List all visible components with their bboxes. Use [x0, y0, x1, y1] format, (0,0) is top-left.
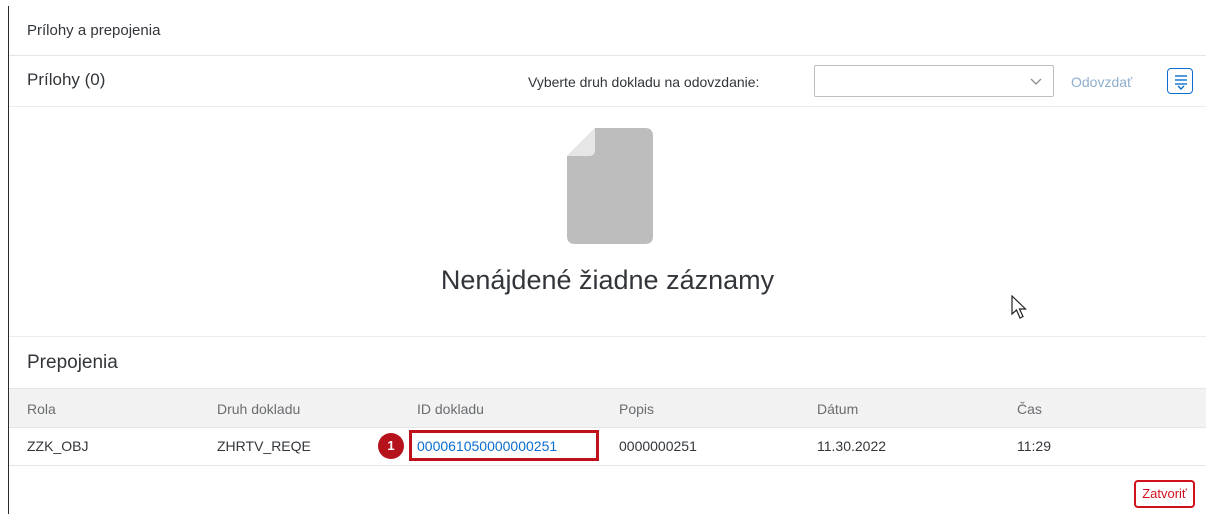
cell-description: 0000000251	[619, 438, 697, 454]
step-marker: 1	[378, 433, 404, 459]
column-header-time[interactable]: Čas	[1017, 401, 1042, 417]
doc-type-select[interactable]	[814, 65, 1054, 97]
upload-button[interactable]: Odovzdať	[1071, 74, 1132, 90]
doc-id-link[interactable]: 000061050000000251	[417, 438, 557, 454]
column-header-role[interactable]: Rola	[27, 401, 56, 417]
table-header: Rola Druh dokladu ID dokladu Popis Dátum…	[9, 388, 1206, 428]
settings-icon	[1175, 75, 1187, 90]
links-table: Rola Druh dokladu ID dokladu Popis Dátum…	[9, 388, 1206, 466]
cell-doc-type: ZHRTV_REQE	[217, 438, 311, 454]
mouse-cursor-icon	[1011, 295, 1027, 319]
dialog-title: Prílohy a prepojenia	[27, 22, 161, 39]
settings-button[interactable]	[1167, 68, 1193, 94]
document-icon	[567, 128, 653, 244]
chevron-down-icon[interactable]	[1029, 74, 1043, 88]
column-header-description[interactable]: Popis	[619, 401, 654, 417]
cell-time: 11:29	[1017, 438, 1051, 454]
cell-role: ZZK_OBJ	[27, 438, 89, 454]
cell-date: 11.30.2022	[817, 438, 887, 454]
empty-state-text: Nenájdené žiadne záznamy	[440, 265, 775, 295]
column-header-doc-type[interactable]: Druh dokladu	[217, 401, 300, 417]
attachments-empty-state: Nenájdené žiadne záznamy	[9, 107, 1206, 337]
doc-type-label: Vyberte druh dokladu na odovzdanie:	[528, 74, 760, 90]
table-row: ZZK_OBJ ZHRTV_REQE 1 000061050000000251 …	[9, 428, 1206, 466]
dialog-header: Prílohy a prepojenia	[9, 0, 1206, 56]
column-header-doc-id[interactable]: ID dokladu	[417, 401, 484, 417]
close-button[interactable]: Zatvoriť	[1134, 480, 1195, 508]
links-title: Prepojenia	[27, 352, 118, 373]
attachments-title: Prílohy (0)	[27, 70, 106, 89]
column-header-date[interactable]: Dátum	[817, 401, 858, 417]
attachments-toolbar: Prílohy (0) Vyberte druh dokladu na odov…	[9, 56, 1206, 107]
